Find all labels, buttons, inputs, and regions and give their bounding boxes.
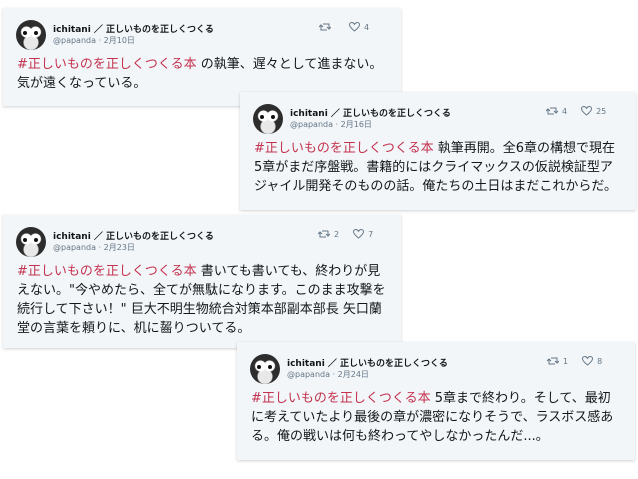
heart-icon	[353, 229, 365, 239]
handle-date: @papanda · 2月10日	[53, 35, 135, 46]
hashtag-link[interactable]: #正しいものを正しくつくる本	[254, 141, 434, 156]
tweet-card[interactable]: ichitani ／ 正しいものを正しくつくる @papanda · 2月24日…	[237, 342, 635, 460]
retweet-count: 2	[334, 229, 340, 239]
hashtag-link[interactable]: #正しいものを正しくつくる本	[251, 391, 431, 406]
avatar[interactable]	[253, 104, 283, 134]
tweet-actions: 4 25	[546, 106, 620, 116]
retweet-icon	[547, 357, 559, 365]
handle[interactable]: @papanda	[53, 36, 96, 45]
handle-date: @papanda · 2月23日	[53, 242, 135, 253]
like-count: 7	[368, 229, 374, 239]
hashtag-link[interactable]: #正しいものを正しくつくる本	[17, 57, 197, 72]
tweet-date[interactable]: 2月23日	[104, 243, 135, 252]
tweet-text: #正しいものを正しくつくる本 書いても書いても、終わりが見えない。"今やめたら、…	[17, 262, 387, 338]
handle[interactable]: @papanda	[53, 243, 96, 252]
tweet-date[interactable]: 2月10日	[104, 36, 135, 45]
retweet-icon	[318, 230, 330, 238]
tweet-card[interactable]: ichitani ／ 正しいものを正しくつくる @papanda · 2月23日…	[3, 215, 401, 348]
display-name[interactable]: ichitani ／ 正しいものを正しくつくる	[53, 229, 214, 242]
avatar[interactable]	[16, 20, 46, 50]
retweet-button[interactable]: 2	[318, 229, 339, 239]
tweet-date[interactable]: 2月24日	[338, 370, 369, 379]
like-count: 4	[364, 22, 370, 32]
heart-icon	[349, 22, 360, 32]
display-name[interactable]: ichitani ／ 正しいものを正しくつくる	[53, 22, 214, 35]
retweet-count: 4	[562, 106, 568, 116]
tweet-card[interactable]: ichitani ／ 正しいものを正しくつくる @papanda · 2月16日…	[240, 92, 636, 210]
avatar[interactable]	[250, 354, 280, 384]
like-button[interactable]: 25	[581, 106, 606, 116]
separator: ·	[333, 120, 341, 129]
retweet-icon	[546, 107, 558, 115]
tweet-date[interactable]: 2月16日	[341, 120, 372, 129]
handle-date: @papanda · 2月24日	[287, 369, 369, 380]
tweet-text: #正しいものを正しくつくる本 5章まで終わり。そして、最初に考えていたより最後の…	[251, 389, 621, 446]
retweet-button[interactable]: 4	[546, 106, 567, 116]
tweet-actions: 1 8	[547, 356, 616, 366]
retweet-count: 1	[563, 356, 569, 366]
like-button[interactable]: 7	[353, 229, 373, 239]
hashtag-link[interactable]: #正しいものを正しくつくる本	[17, 264, 197, 279]
handle[interactable]: @papanda	[287, 370, 330, 379]
tweet-text: #正しいものを正しくつくる本 執筆再開。全6章の構想で現在5章がまだ序盤戦。書籍…	[254, 139, 622, 196]
heart-icon	[581, 106, 593, 116]
like-count: 25	[596, 106, 607, 116]
handle[interactable]: @papanda	[290, 120, 333, 129]
avatar[interactable]	[16, 227, 46, 257]
tweet-text: #正しいものを正しくつくる本 の執筆、遅々として進まない。気が遠くなっている。	[17, 55, 387, 93]
retweet-button[interactable]: 1	[547, 356, 568, 366]
like-button[interactable]: 4	[349, 22, 369, 32]
display-name[interactable]: ichitani ／ 正しいものを正しくつくる	[287, 356, 448, 369]
separator: ·	[96, 243, 104, 252]
tweet-actions: 4	[319, 22, 383, 32]
separator: ·	[330, 370, 338, 379]
display-name[interactable]: ichitani ／ 正しいものを正しくつくる	[290, 106, 451, 119]
tweet-actions: 2 7	[318, 229, 387, 239]
heart-icon	[582, 356, 594, 366]
like-button[interactable]: 8	[582, 356, 602, 366]
separator: ·	[96, 36, 104, 45]
handle-date: @papanda · 2月16日	[290, 119, 372, 130]
retweet-icon	[319, 23, 331, 31]
retweet-button[interactable]	[319, 22, 335, 32]
like-count: 8	[597, 356, 603, 366]
